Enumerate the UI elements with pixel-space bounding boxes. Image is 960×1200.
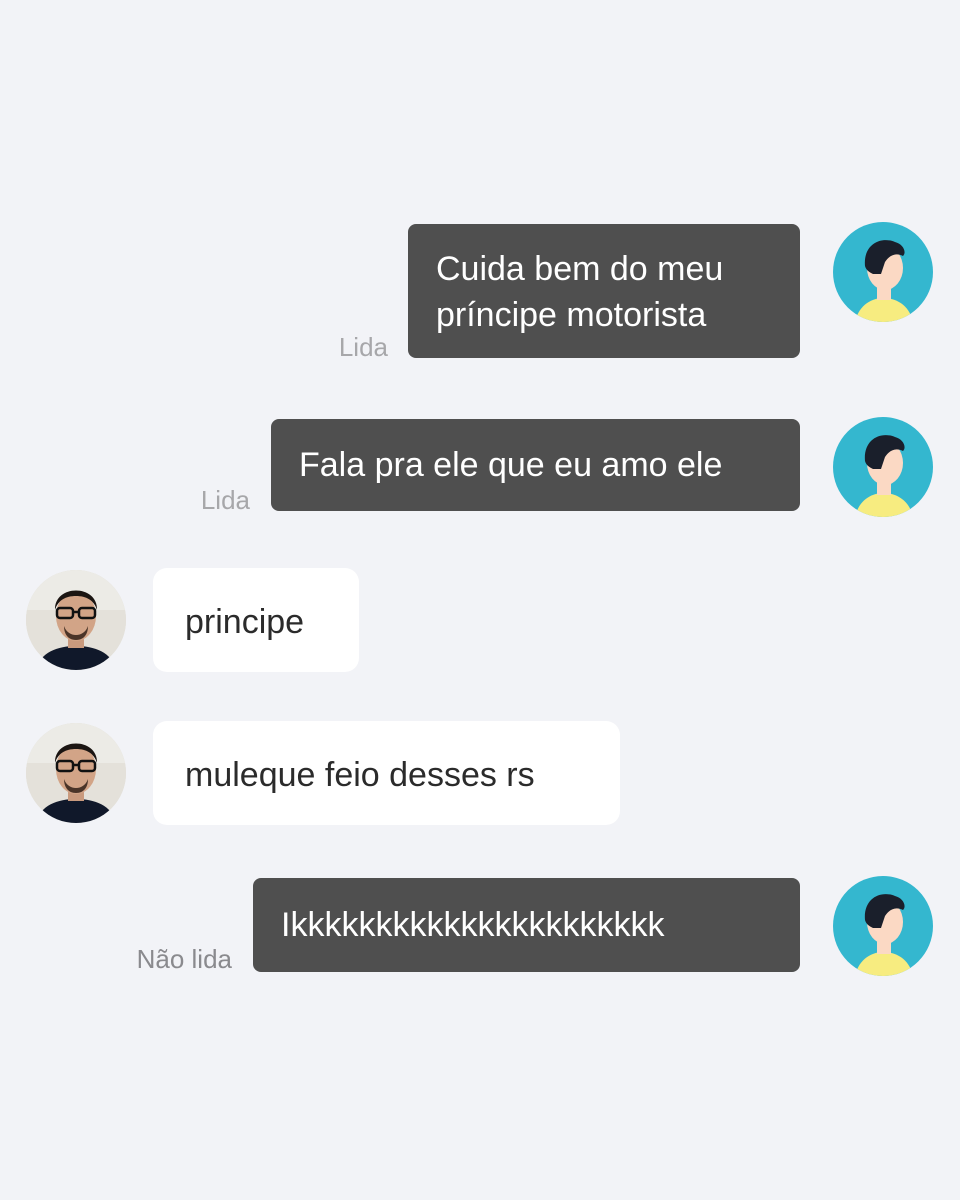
message-text-line: muleque feio desses rs xyxy=(185,756,535,794)
user-avatar-icon[interactable] xyxy=(833,417,933,517)
user-avatar-icon[interactable] xyxy=(833,222,933,322)
message-row: muleque feio desses rs xyxy=(0,721,960,825)
incoming-message-bubble[interactable]: muleque feio desses rs xyxy=(153,721,620,825)
contact-photo[interactable] xyxy=(26,723,126,823)
message-text-line: Ikkkkkkkkkkkkkkkkkkkkkk xyxy=(281,906,665,944)
message-row: Não lida Ikkkkkkkkkkkkkkkkkkkkkk xyxy=(0,876,960,976)
message-row: principe xyxy=(0,568,960,672)
incoming-message-bubble[interactable]: principe xyxy=(153,568,359,672)
message-row: Lida Cuida bem do meu príncipe motorista xyxy=(0,222,960,362)
unread-status: Não lida xyxy=(136,944,232,974)
read-status: Lida xyxy=(200,485,250,515)
contact-photo[interactable] xyxy=(26,570,126,670)
message-text-line: Cuida bem do meu xyxy=(436,250,724,288)
outgoing-message-bubble[interactable]: Ikkkkkkkkkkkkkkkkkkkkkk xyxy=(253,878,800,972)
read-status: Lida xyxy=(338,332,388,362)
message-row: Lida Fala pra ele que eu amo ele xyxy=(0,417,960,517)
outgoing-message-bubble[interactable]: Cuida bem do meu príncipe motorista xyxy=(408,224,800,358)
message-text-line: principe xyxy=(185,603,305,641)
message-text-line: príncipe motorista xyxy=(436,296,707,334)
message-text-line: Fala pra ele que eu amo ele xyxy=(299,446,723,484)
user-avatar-icon[interactable] xyxy=(833,876,933,976)
outgoing-message-bubble[interactable]: Fala pra ele que eu amo ele xyxy=(271,419,800,511)
